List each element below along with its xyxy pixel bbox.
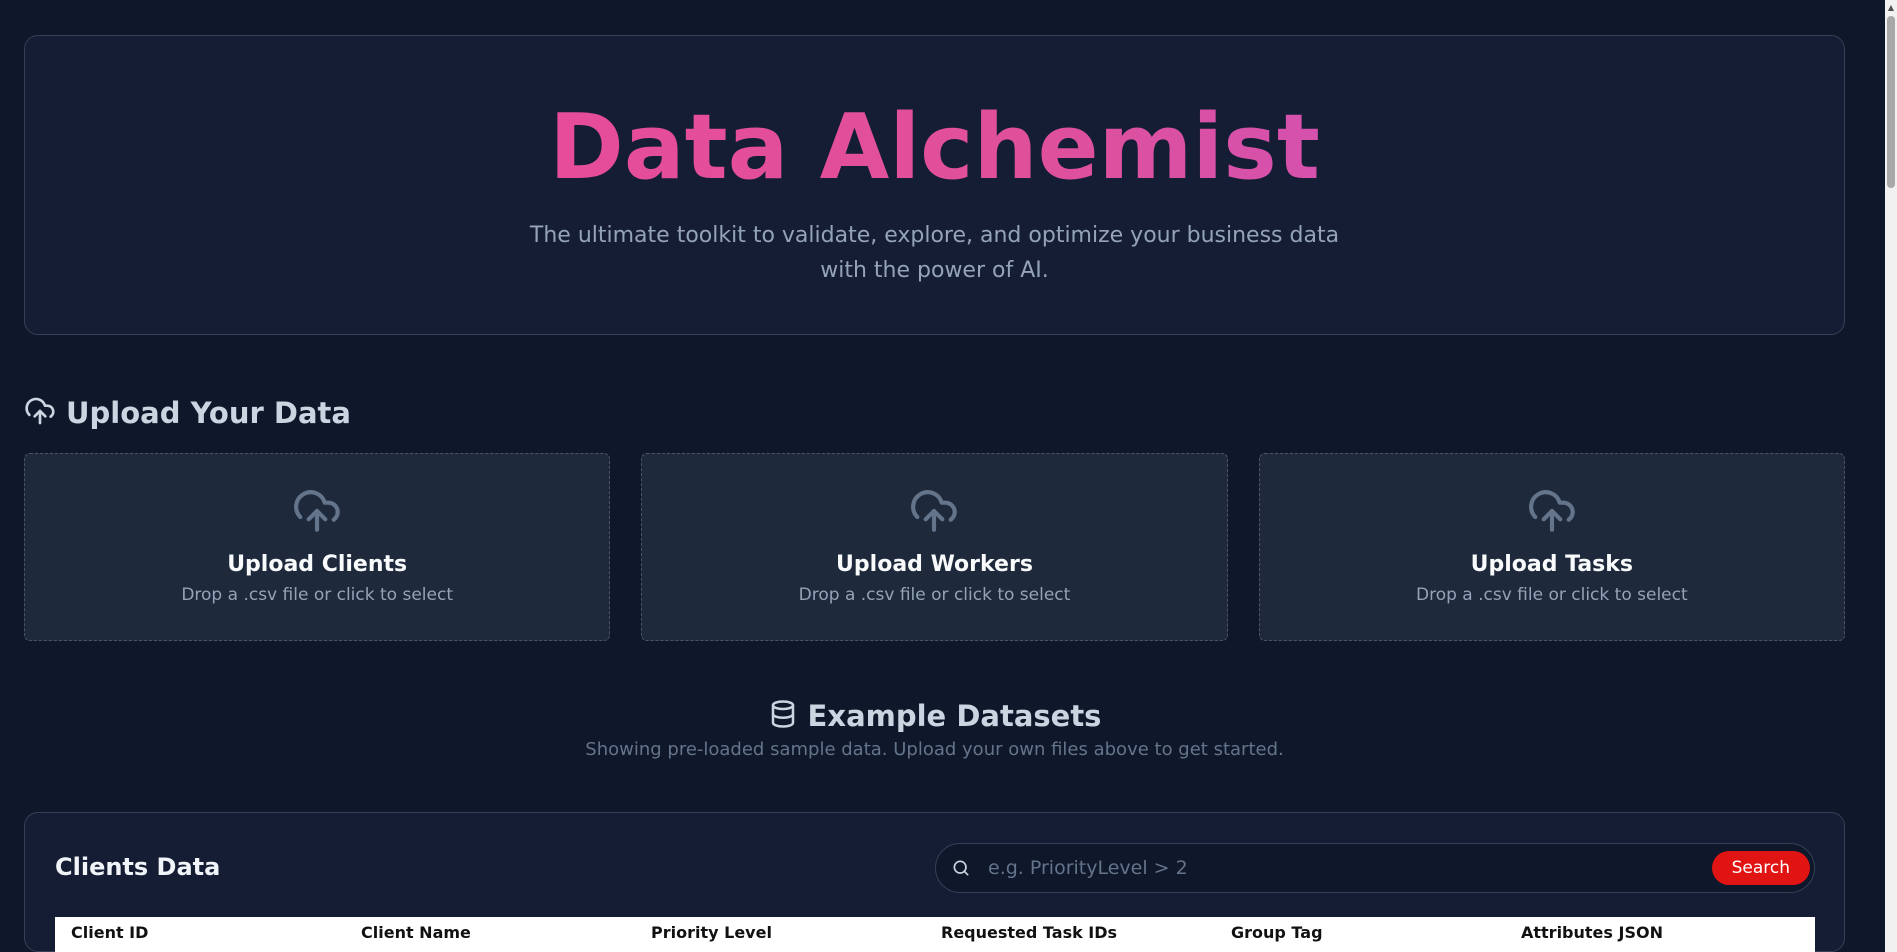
upload-clients-dropzone[interactable]: Upload Clients Drop a .csv file or click…: [24, 453, 611, 641]
upload-card-title: Upload Tasks: [1470, 552, 1633, 577]
column-header-client-id[interactable]: Client ID: [55, 923, 345, 942]
column-header-priority-level[interactable]: Priority Level: [635, 923, 925, 942]
upload-card-title: Upload Workers: [836, 552, 1033, 577]
upload-workers-dropzone[interactable]: Upload Workers Drop a .csv file or click…: [641, 453, 1228, 641]
upload-card-title: Upload Clients: [227, 552, 408, 577]
upload-cards: Upload Clients Drop a .csv file or click…: [24, 453, 1845, 641]
app-title: Data Alchemist: [25, 98, 1844, 198]
cloud-upload-icon: [909, 486, 959, 540]
example-datasets-subtitle: Showing pre-loaded sample data. Upload y…: [585, 739, 1284, 760]
upload-card-subtitle: Drop a .csv file or click to select: [798, 585, 1071, 605]
column-header-group-tag[interactable]: Group Tag: [1215, 923, 1505, 942]
scroll-up-arrow-icon[interactable]: ▲: [1885, 0, 1897, 14]
cloud-upload-icon: [24, 395, 56, 431]
clients-panel-title: Clients Data: [55, 853, 221, 881]
example-datasets-section: Example Datasets Showing pre-loaded samp…: [24, 699, 1845, 760]
main-content: Data Alchemist The ultimate toolkit to v…: [24, 35, 1845, 952]
clients-data-panel: Clients Data Search Client ID Client Nam…: [24, 812, 1845, 952]
clients-search-input[interactable]: [986, 856, 1712, 880]
column-header-requested-task-ids[interactable]: Requested Task IDs: [925, 923, 1215, 942]
search-button[interactable]: Search: [1711, 851, 1810, 885]
upload-card-subtitle: Drop a .csv file or click to select: [1415, 585, 1688, 605]
cloud-upload-icon: [1527, 486, 1577, 540]
upload-section-title: Upload Your Data: [66, 396, 351, 430]
upload-tasks-dropzone[interactable]: Upload Tasks Drop a .csv file or click t…: [1258, 453, 1845, 641]
cloud-upload-icon: [292, 486, 342, 540]
search-icon: [936, 858, 986, 878]
example-datasets-header: Example Datasets: [768, 699, 1102, 733]
example-datasets-title: Example Datasets: [807, 699, 1102, 733]
app-subtitle: The ultimate toolkit to validate, explor…: [529, 223, 1340, 283]
table-header-row: Client ID Client Name Priority Level Req…: [55, 917, 1815, 952]
scrollbar-thumb[interactable]: [1887, 16, 1895, 188]
database-icon: [768, 699, 798, 733]
upload-section-header: Upload Your Data: [24, 395, 1845, 431]
page: Data Alchemist The ultimate toolkit to v…: [0, 0, 1897, 952]
clients-search-bar: Search: [935, 843, 1815, 893]
upload-card-subtitle: Drop a .csv file or click to select: [181, 585, 453, 605]
page-scrollbar[interactable]: ▲: [1885, 0, 1897, 952]
column-header-client-name[interactable]: Client Name: [345, 923, 635, 942]
hero-banner: Data Alchemist The ultimate toolkit to v…: [24, 35, 1845, 335]
clients-table: Client ID Client Name Priority Level Req…: [55, 917, 1815, 952]
column-header-attributes-json[interactable]: Attributes JSON: [1505, 923, 1795, 942]
